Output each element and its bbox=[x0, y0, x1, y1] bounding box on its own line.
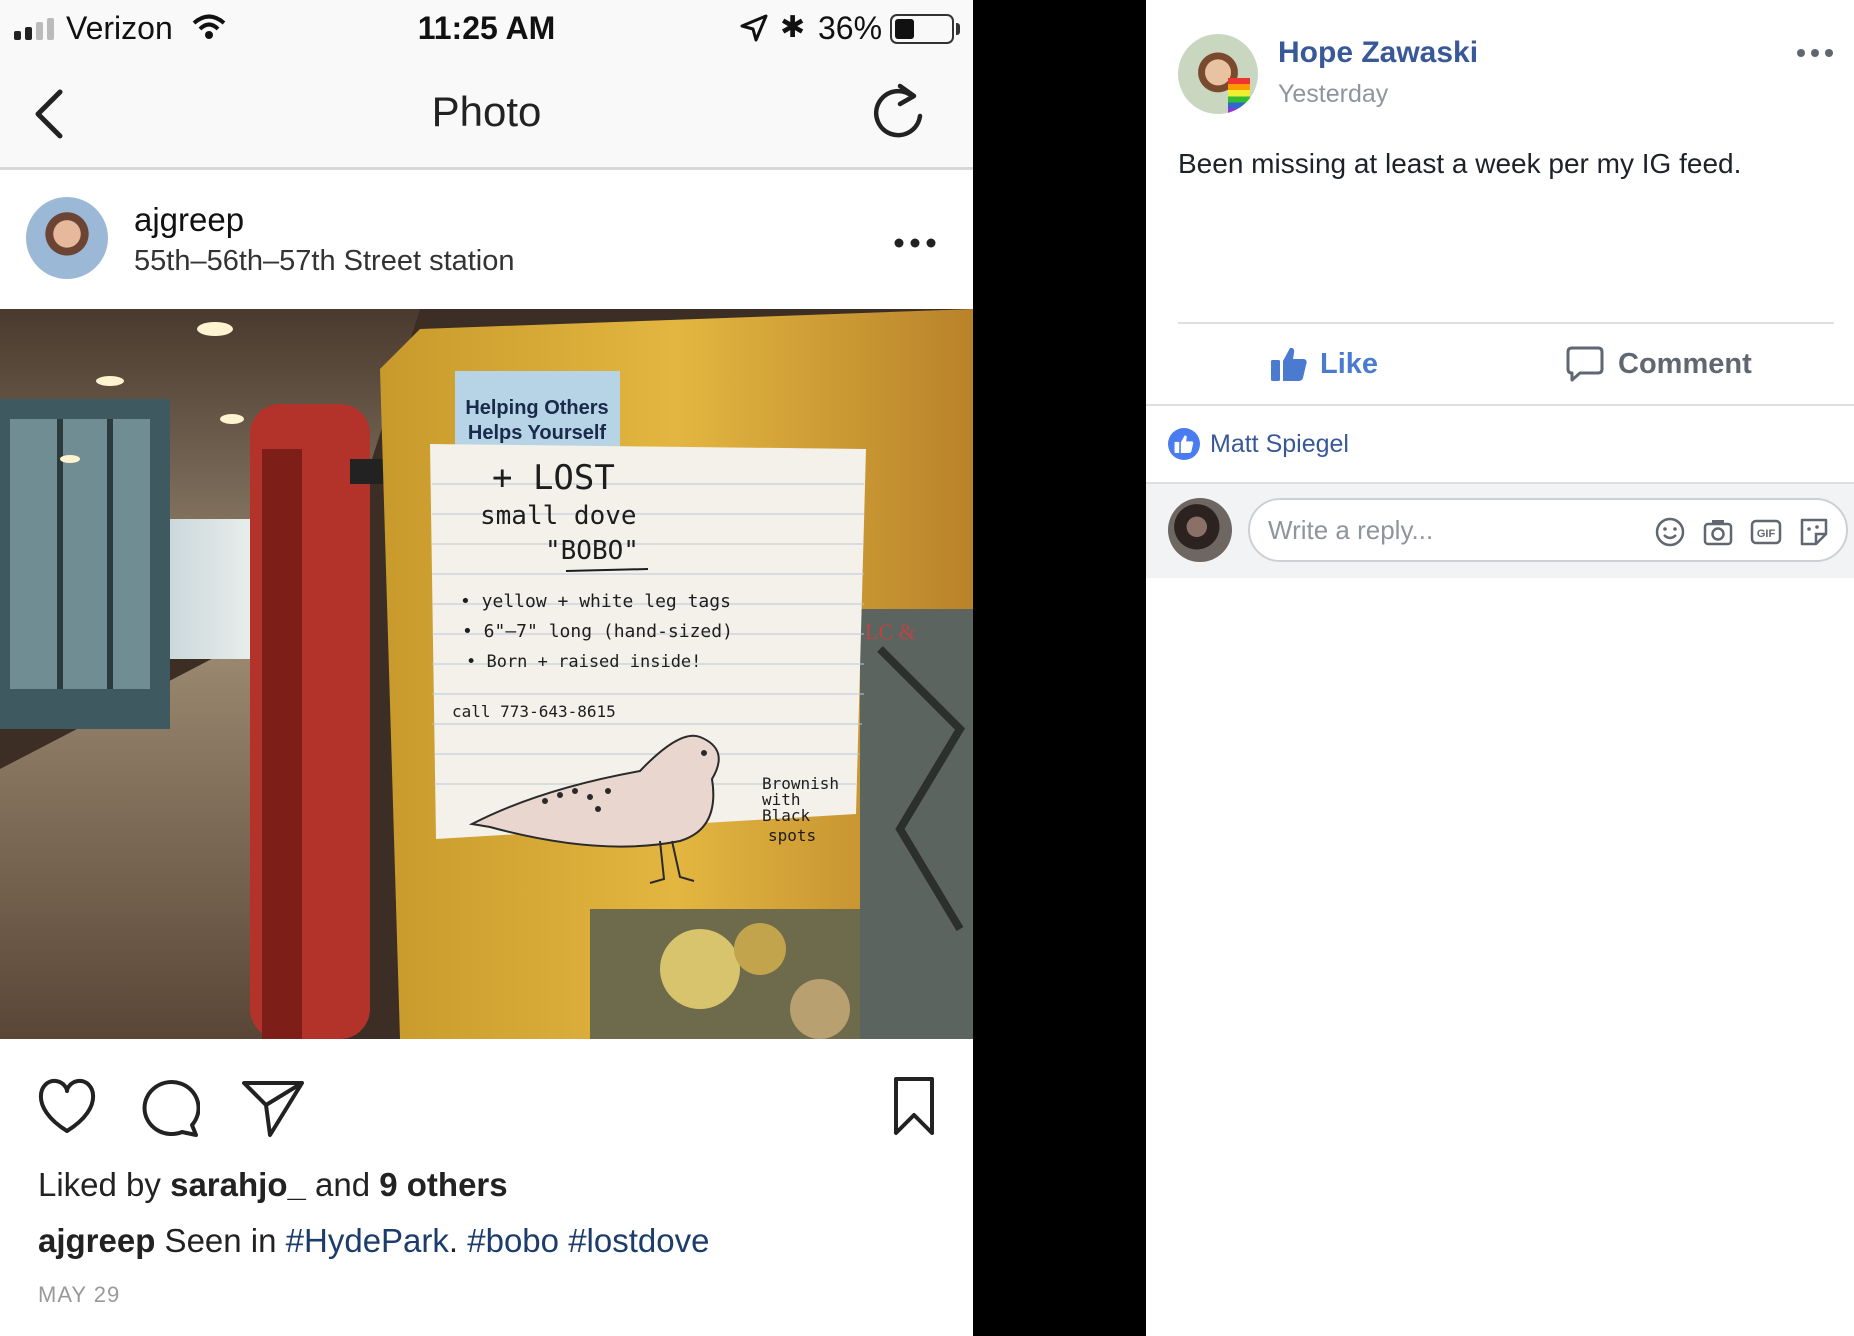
comment-author[interactable]: Hope Zawaski bbox=[1278, 36, 1478, 70]
facebook-comment-panel: Hope Zawaski Yesterday Been missing at l… bbox=[1146, 0, 1854, 1336]
photo-edge-text: LC & bbox=[865, 619, 916, 644]
bluetooth-icon: ✱ bbox=[780, 11, 806, 44]
caption-text: Seen in bbox=[155, 1222, 286, 1259]
note-line-3: "BOBO" bbox=[545, 536, 639, 566]
likes-middle: and bbox=[305, 1166, 380, 1203]
liker-name[interactable]: Matt Spiegel bbox=[1210, 430, 1349, 459]
sticker-icon[interactable] bbox=[1798, 516, 1830, 548]
likes-prefix: Liked by bbox=[38, 1166, 171, 1203]
like-label: Like bbox=[1320, 347, 1379, 380]
reply-composer: GIF bbox=[1146, 482, 1854, 578]
battery-percent: 36% bbox=[818, 10, 883, 46]
avatar[interactable] bbox=[26, 197, 108, 279]
refresh-icon[interactable] bbox=[872, 80, 928, 140]
heart-icon[interactable] bbox=[36, 1077, 98, 1137]
divider bbox=[1178, 322, 1834, 324]
comment-label: Comment bbox=[1618, 347, 1752, 380]
more-options-icon[interactable] bbox=[1796, 46, 1834, 60]
comment-text: Been missing at least a week per my IG f… bbox=[1178, 148, 1742, 179]
post-caption: ajgreep Seen in #HydePark. #bobo #lostdo… bbox=[38, 1222, 709, 1260]
status-bar: Verizon 11:25 AM ✱ 36% bbox=[0, 0, 973, 58]
like-button[interactable]: Like bbox=[1270, 336, 1378, 392]
post-date: MAY 29 bbox=[38, 1282, 121, 1307]
navigation-bar: Photo bbox=[0, 58, 973, 170]
note-side-4: spots bbox=[768, 826, 816, 845]
bookmark-icon[interactable] bbox=[890, 1075, 938, 1137]
caption-username[interactable]: ajgreep bbox=[38, 1222, 155, 1259]
note-line-5: • 6"–7" long (hand-sized) bbox=[462, 621, 733, 642]
gif-icon[interactable]: GIF bbox=[1750, 516, 1782, 548]
like-reaction-icon bbox=[1168, 428, 1200, 460]
more-options-icon[interactable] bbox=[893, 235, 937, 251]
caption-punct: . bbox=[448, 1222, 468, 1259]
likes-others[interactable]: 9 others bbox=[379, 1166, 507, 1203]
speech-bubble-icon bbox=[1566, 346, 1604, 382]
avatar[interactable] bbox=[1178, 34, 1258, 114]
sticker-line-2: Helps Yourself bbox=[468, 422, 607, 444]
reply-box: GIF bbox=[1248, 498, 1848, 562]
note-side-3: Black bbox=[762, 806, 811, 825]
comment-icon[interactable] bbox=[140, 1077, 200, 1139]
note-line-1: + LOST bbox=[492, 458, 615, 498]
page-title: Photo bbox=[431, 88, 542, 135]
svg-text:GIF: GIF bbox=[1757, 528, 1776, 540]
location-arrow-icon bbox=[740, 14, 768, 42]
hashtag-lostdove[interactable]: #lostdove bbox=[568, 1222, 709, 1259]
likes-summary[interactable]: Liked by sarahjo_ and 9 others bbox=[38, 1166, 508, 1204]
note-line-2: small dove bbox=[480, 501, 637, 531]
liked-by-row[interactable]: Matt Spiegel bbox=[1168, 428, 1349, 460]
camera-icon[interactable] bbox=[1702, 516, 1734, 548]
note-line-4: • yellow + white leg tags bbox=[460, 591, 731, 612]
instagram-screenshot: Verizon 11:25 AM ✱ 36% Photo ajgreep 55t… bbox=[0, 0, 973, 1336]
divider bbox=[1146, 404, 1854, 406]
sticker-line-1: Helping Others bbox=[465, 397, 608, 419]
post-actions bbox=[0, 1039, 973, 1179]
comment-button[interactable]: Comment bbox=[1566, 336, 1752, 392]
battery-nub bbox=[956, 23, 960, 35]
hashtag-hydepark[interactable]: #HydePark bbox=[286, 1222, 449, 1259]
hashtag-bobo[interactable]: #bobo bbox=[467, 1222, 559, 1259]
battery-icon bbox=[890, 14, 954, 44]
post-username[interactable]: ajgreep bbox=[134, 201, 244, 239]
comment-timestamp[interactable]: Yesterday bbox=[1278, 80, 1388, 109]
avatar[interactable] bbox=[1168, 498, 1232, 562]
caption-space bbox=[559, 1222, 568, 1259]
note-line-7: call 773-643-8615 bbox=[452, 702, 616, 721]
emoji-icon[interactable] bbox=[1654, 516, 1686, 548]
reply-input[interactable] bbox=[1268, 508, 1648, 552]
post-photo: Helping Others Helps Yourself + LOST sma… bbox=[0, 309, 973, 1039]
thumbs-up-icon bbox=[1271, 347, 1307, 381]
note-line-6: • Born + raised inside! bbox=[466, 652, 701, 672]
share-icon[interactable] bbox=[240, 1077, 306, 1139]
post-header: ajgreep 55th–56th–57th Street station bbox=[0, 173, 973, 309]
post-location[interactable]: 55th–56th–57th Street station bbox=[134, 245, 515, 278]
liker-username[interactable]: sarahjo_ bbox=[170, 1166, 306, 1203]
